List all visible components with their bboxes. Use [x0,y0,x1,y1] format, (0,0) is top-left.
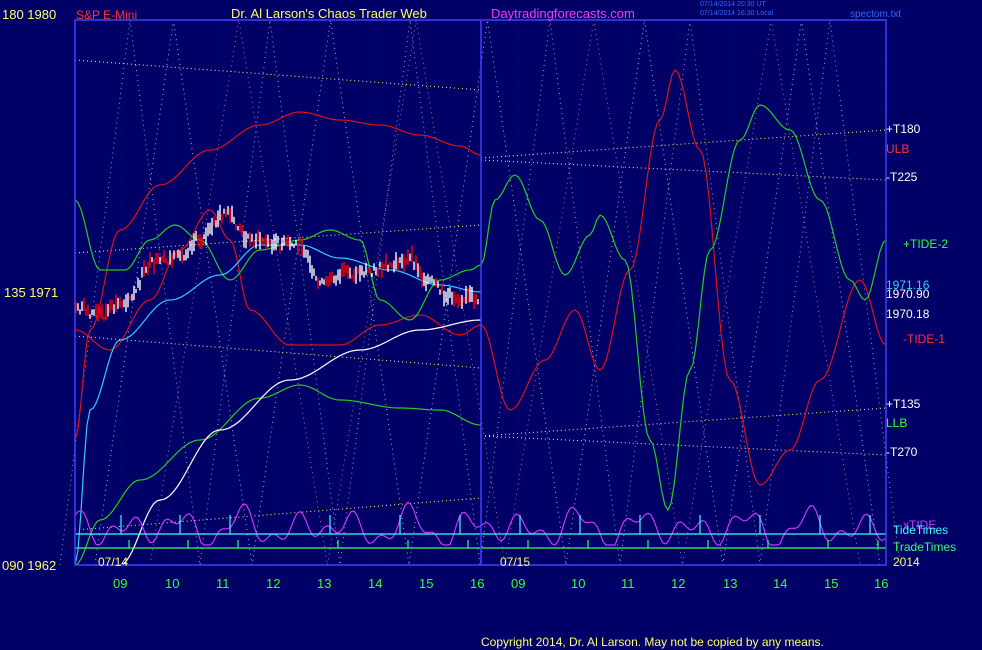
green-lower-band [74,384,482,566]
instrument-title: S&P E-Mini [76,8,138,22]
label-tide2: +TIDE-2 [903,237,949,251]
hour-tick-label: 16 [874,576,889,591]
hour-tick-label: 12 [671,576,686,591]
price-reading-3: 1970.18 [886,307,930,321]
copyright-footer: Copyright 2014, Dr. Al Larson. May not b… [481,635,824,649]
hour-tick-label: 09 [511,576,526,591]
timestamp-ut: 07/14/2014 20:30 UT [700,1,766,8]
price-reading-2: 1970.90 [886,287,930,301]
hour-tick-label: 13 [317,576,332,591]
hour-tick-label: 10 [571,576,586,591]
projection-line [480,435,887,456]
site-link[interactable]: Daytradingforecasts.com [491,7,635,21]
hour-tick-label: 15 [419,576,434,591]
chart-title: Dr. Al Larson's Chaos Trader Web [231,6,427,21]
hour-tick-label: 15 [824,576,839,591]
source-filename: spectom.txt [850,9,902,20]
label-t225: -T225 [886,170,918,184]
projection-line [74,59,482,91]
label-ulb: ULB [886,142,910,156]
hour-tick-label: 14 [368,576,383,591]
axis-top-label: 180 1980 [2,7,57,22]
grid [120,20,883,565]
tide-zigzag [149,19,861,566]
projection-line [480,159,887,181]
hour-tick-label: 11 [621,576,635,591]
label-llb: LLB [886,416,908,430]
xtide-curve [74,501,886,546]
hour-tick-label: 14 [773,576,788,591]
label-t270: -T270 [886,445,918,459]
hour-tick-label: 09 [113,576,128,591]
chart-canvas [59,19,901,566]
label-tradetimes: TradeTimes [893,540,957,554]
axis-bottom-label: 090 1962 [2,558,57,573]
label-t135: +T135 [886,397,921,411]
projection-line [480,129,887,159]
projection-line [74,335,482,369]
projection-line [74,497,482,531]
axis-middle-label: 135 1971 [4,285,59,300]
timestamp-local: 07/14/2014 16:30 Local [700,10,774,17]
label-t180: +T180 [886,122,921,136]
date-label-1: 07/14 [98,555,129,569]
hour-tick-label: 10 [165,576,180,591]
projection-line [480,407,887,437]
label-tide1: -TIDE-1 [903,332,945,346]
hour-tick-label: 13 [723,576,738,591]
tide-zigzag [94,19,881,566]
year-label: 2014 [893,555,920,569]
price-bars [75,204,479,322]
hour-tick-label: 12 [266,576,281,591]
hour-tick-label: 16 [470,576,485,591]
hour-tick-label: 11 [216,576,230,591]
date-label-2: 07/15 [500,555,531,569]
label-tidetimes: TideTimes [893,523,949,537]
